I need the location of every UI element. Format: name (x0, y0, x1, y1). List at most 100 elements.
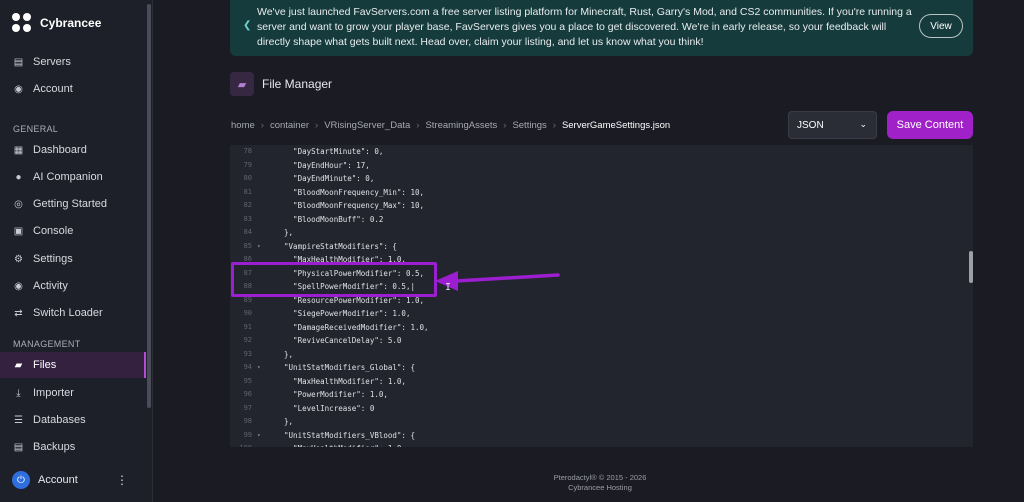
code-text: "UnitStatModifiers_VBlood": { (275, 430, 415, 440)
sidebar-item-switch-loader[interactable]: ⇄ Switch Loader (0, 300, 146, 326)
code-line[interactable]: 97 "LevelIncrease": 0 (230, 402, 960, 416)
folder-icon: ▰ (14, 359, 23, 371)
code-line[interactable]: 92 "ReviveCancelDelay": 5.0 (230, 334, 960, 348)
brand-name: Cybrancee (40, 16, 102, 30)
code-line[interactable]: 80 "DayEndMinute": 0, (230, 172, 960, 186)
sidebar-item-activity[interactable]: ◉ Activity (0, 273, 146, 299)
brand[interactable]: Cybrancee (12, 13, 101, 33)
sidebar-item-label: AI Companion (33, 171, 103, 183)
chevron-right-icon: › (260, 120, 264, 131)
format-select[interactable]: JSON ⌄ (788, 111, 877, 139)
eye-icon: ◉ (14, 280, 23, 292)
fold-toggle-icon[interactable]: ▾ (257, 361, 261, 375)
code-line[interactable]: 90 "SiegePowerModifier": 1.0, (230, 307, 960, 321)
code-line[interactable]: 83 "BloodMoonBuff": 0.2 (230, 213, 960, 227)
code-line[interactable]: 99 ▾ "UnitStatModifiers_VBlood": { (230, 429, 960, 443)
download-icon: ⤓ (16, 387, 21, 399)
text-cursor-icon: I (445, 282, 452, 293)
line-number: 94 (243, 363, 252, 371)
sidebar-item-label: Dashboard (33, 144, 87, 156)
code-line[interactable]: 98 }, (230, 415, 960, 429)
line-number: 99 (243, 430, 252, 439)
sidebar-item-servers[interactable]: ▤ Servers (0, 49, 146, 75)
sidebar-item-console[interactable]: ▣ Console (0, 218, 146, 244)
sidebar-item-backups[interactable]: ▤ Backups (0, 434, 146, 460)
code-text: "DamageReceivedModifier": 1.0, (275, 322, 429, 332)
gear-icon: ⚙ (14, 253, 23, 265)
code-line[interactable]: 84 }, (230, 226, 960, 240)
sidebar-item-getting-started[interactable]: ◎ Getting Started (0, 191, 146, 217)
sidebar-item-label: Servers (33, 56, 71, 68)
save-content-button[interactable]: Save Content (887, 111, 973, 139)
code-text: "DayEndMinute": 0, (275, 174, 375, 183)
breadcrumb: home › container › VRisingServer_Data › … (231, 120, 670, 131)
banner-text: We've just launched FavServers.com a fre… (257, 6, 912, 48)
fold-toggle-icon[interactable]: ▾ (257, 429, 261, 443)
compass-icon: ◎ (14, 198, 23, 210)
account-menu[interactable]: ⏻ Account ⋮ (0, 466, 146, 494)
code-line[interactable]: 93 }, (230, 348, 960, 362)
breadcrumb-item[interactable]: Settings (512, 120, 546, 131)
annotation-highlight-box (231, 262, 437, 297)
code-line[interactable]: 78 "DayStartMinute": 0, (230, 145, 960, 159)
code-text: "MaxHealthModifier": 1.0, (275, 376, 406, 386)
line-number: 96 (243, 390, 252, 398)
breadcrumb-item[interactable]: StreamingAssets (425, 120, 497, 131)
code-text: "BloodMoonFrequency_Max": 10, (275, 201, 425, 210)
code-line[interactable]: 96 "PowerModifier": 1.0, (230, 388, 960, 402)
chevron-right-icon: › (503, 120, 507, 131)
code-line[interactable]: 81 "BloodMoonFrequency_Min": 10, (230, 186, 960, 200)
view-button[interactable]: View (919, 14, 963, 38)
chevron-icon: ❮ (243, 20, 252, 31)
kebab-menu-icon[interactable]: ⋮ (116, 473, 128, 487)
code-text: }, (275, 417, 294, 426)
breadcrumb-item[interactable]: VRisingServer_Data (324, 120, 410, 131)
code-line[interactable]: 82 "BloodMoonFrequency_Max": 10, (230, 199, 960, 213)
breadcrumb-current: ServerGameSettings.json (561, 120, 671, 131)
line-number: 78 (243, 147, 252, 155)
code-line[interactable]: 79 "DayEndHour": 17, (230, 159, 960, 173)
sidebar-item-account[interactable]: ◉ Account (0, 76, 146, 102)
sidebar-item-settings[interactable]: ⚙ Settings (0, 246, 146, 272)
code-line[interactable]: 91 "DamageReceivedModifier": 1.0, (230, 321, 960, 335)
code-text: "PowerModifier": 1.0, (275, 390, 388, 399)
sidebar-scrollbar[interactable] (147, 4, 151, 408)
sidebar-item-dashboard[interactable]: ▦ Dashboard (0, 137, 146, 163)
code-text: "ReviveCancelDelay": 5.0 (275, 336, 402, 345)
code-line[interactable]: 95 "MaxHealthModifier": 1.0, (230, 375, 960, 389)
sidebar-item-databases[interactable]: ☰ Databases (0, 407, 146, 433)
announcement-banner: ❮ We've just launched FavServers.com a f… (230, 0, 973, 56)
editor-scrollbar[interactable] (969, 251, 973, 283)
code-line[interactable]: 85 ▾ "VampireStatModifiers": { (230, 240, 960, 254)
breadcrumb-item[interactable]: home (231, 120, 255, 131)
code-text: "DayStartMinute": 0, (275, 147, 384, 156)
line-number: 82 (243, 201, 252, 209)
line-number: 79 (243, 160, 252, 169)
chevron-right-icon: › (416, 120, 420, 131)
database-icon: ☰ (14, 414, 23, 426)
code-line[interactable]: 94 ▾ "UnitStatModifiers_Global": { (230, 361, 960, 375)
code-text: "DayEndHour": 17, (275, 160, 370, 170)
account-label: Account (38, 474, 78, 486)
code-line[interactable]: 100 "MaxHealthModifier": 1.0 (230, 442, 960, 447)
sidebar-item-files[interactable]: ▰ Files (0, 352, 146, 378)
line-number: 95 (243, 376, 252, 385)
sidebar-item-label: Databases (33, 414, 86, 426)
chevron-right-icon: › (552, 120, 556, 131)
sidebar-item-label: Activity (33, 280, 68, 292)
breadcrumb-item[interactable]: container (270, 120, 309, 131)
chevron-down-icon: ⌄ (859, 119, 867, 129)
line-number: 91 (243, 322, 252, 331)
sidebar-item-label: Switch Loader (33, 307, 103, 319)
sidebar-item-ai-companion[interactable]: ● AI Companion (0, 164, 146, 190)
sidebar-item-importer[interactable]: ⤓ Importer (0, 380, 146, 406)
section-label-management: MANAGEMENT (13, 339, 81, 349)
line-number: 100 (232, 442, 252, 447)
code-text: "MaxHealthModifier": 1.0 (275, 442, 401, 447)
sidebar-item-label: Importer (33, 387, 74, 399)
sidebar-item-label: Getting Started (33, 198, 107, 210)
code-text: "SiegePowerModifier": 1.0, (275, 309, 411, 318)
grid-icon: ▦ (13, 144, 24, 156)
fold-toggle-icon[interactable]: ▾ (257, 240, 261, 254)
archive-icon: ▤ (13, 441, 24, 453)
